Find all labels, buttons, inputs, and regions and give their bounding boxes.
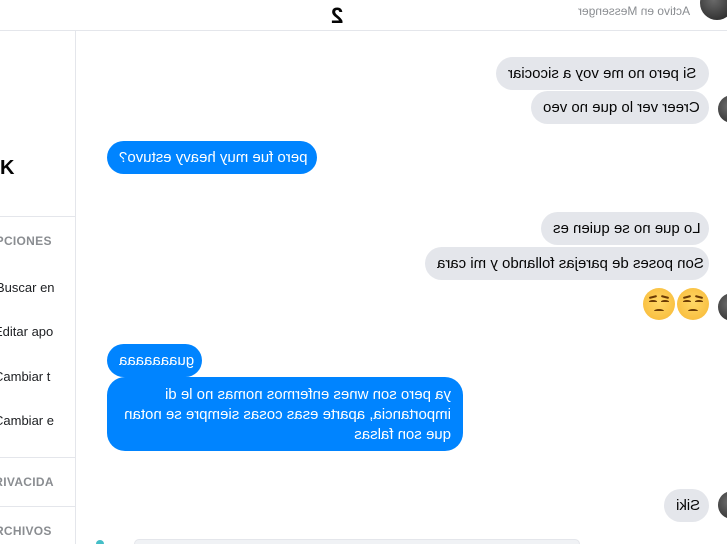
files-heading[interactable]: ARCHIVOS xyxy=(0,524,52,538)
change-emoji-item[interactable]: Cambiar e xyxy=(0,413,54,428)
contact-name-initial: K xyxy=(0,157,15,179)
conversation-info-panel: K OPCIONES Buscar en Editar apo Cambiar … xyxy=(0,31,76,544)
contact-avatar[interactable] xyxy=(718,491,727,519)
incoming-message[interactable]: Lo que no se quien es xyxy=(541,212,709,245)
message-text: Si pero no me voy a sicociar xyxy=(508,65,697,82)
incoming-message[interactable]: Si pero no me voy a sicociar xyxy=(496,57,709,90)
message-line: ya pero son wnes enfermos nomas no le di xyxy=(165,386,451,403)
online-indicator xyxy=(96,540,104,544)
message-input[interactable] xyxy=(134,539,580,544)
incoming-message[interactable]: Siki xyxy=(664,489,709,522)
outgoing-message[interactable]: guaaaaaaa xyxy=(107,344,202,377)
message-line: importancia, aparte esas cosas siempre s… xyxy=(124,406,451,423)
divider xyxy=(0,457,75,458)
message-text: Lo que no se quien es xyxy=(553,220,701,237)
chat-header: 2 Activo en Messenger xyxy=(0,0,727,31)
outgoing-message[interactable]: pero fue muy heavy estuvo? xyxy=(107,141,317,174)
contact-avatar[interactable] xyxy=(700,0,727,20)
contact-avatar[interactable] xyxy=(718,95,727,123)
chat-title[interactable]: 2 xyxy=(331,3,343,28)
message-text: guaaaaaaa xyxy=(119,352,195,369)
incoming-message[interactable]: Creer ver lo que no veo xyxy=(531,91,709,124)
message-text: Creer ver lo que no veo xyxy=(543,99,700,116)
privacy-heading[interactable]: PRIVACIDA xyxy=(0,475,54,489)
message-text: Siki xyxy=(676,497,701,514)
divider xyxy=(0,216,75,217)
active-status: Activo en Messenger xyxy=(578,4,691,18)
message-text: Son poses de parejas follando y mi cara xyxy=(437,255,704,272)
incoming-message[interactable]: Son poses de parejas follando y mi cara xyxy=(425,247,709,280)
pensive-face-emoji[interactable] xyxy=(643,288,675,320)
pensive-face-emoji[interactable] xyxy=(677,288,709,320)
divider xyxy=(0,506,75,507)
edit-nicknames-item[interactable]: Editar apo xyxy=(0,324,53,339)
options-heading: OPCIONES xyxy=(0,234,52,248)
contact-avatar[interactable] xyxy=(718,293,727,321)
message-line: que son falsas xyxy=(354,426,451,443)
message-text: pero fue muy heavy estuvo? xyxy=(119,149,308,166)
change-theme-item[interactable]: Cambiar t xyxy=(0,369,50,384)
outgoing-message[interactable]: ya pero son wnes enfermos nomas no le di… xyxy=(107,377,463,451)
search-in-conversation-item[interactable]: Buscar en xyxy=(0,280,55,295)
